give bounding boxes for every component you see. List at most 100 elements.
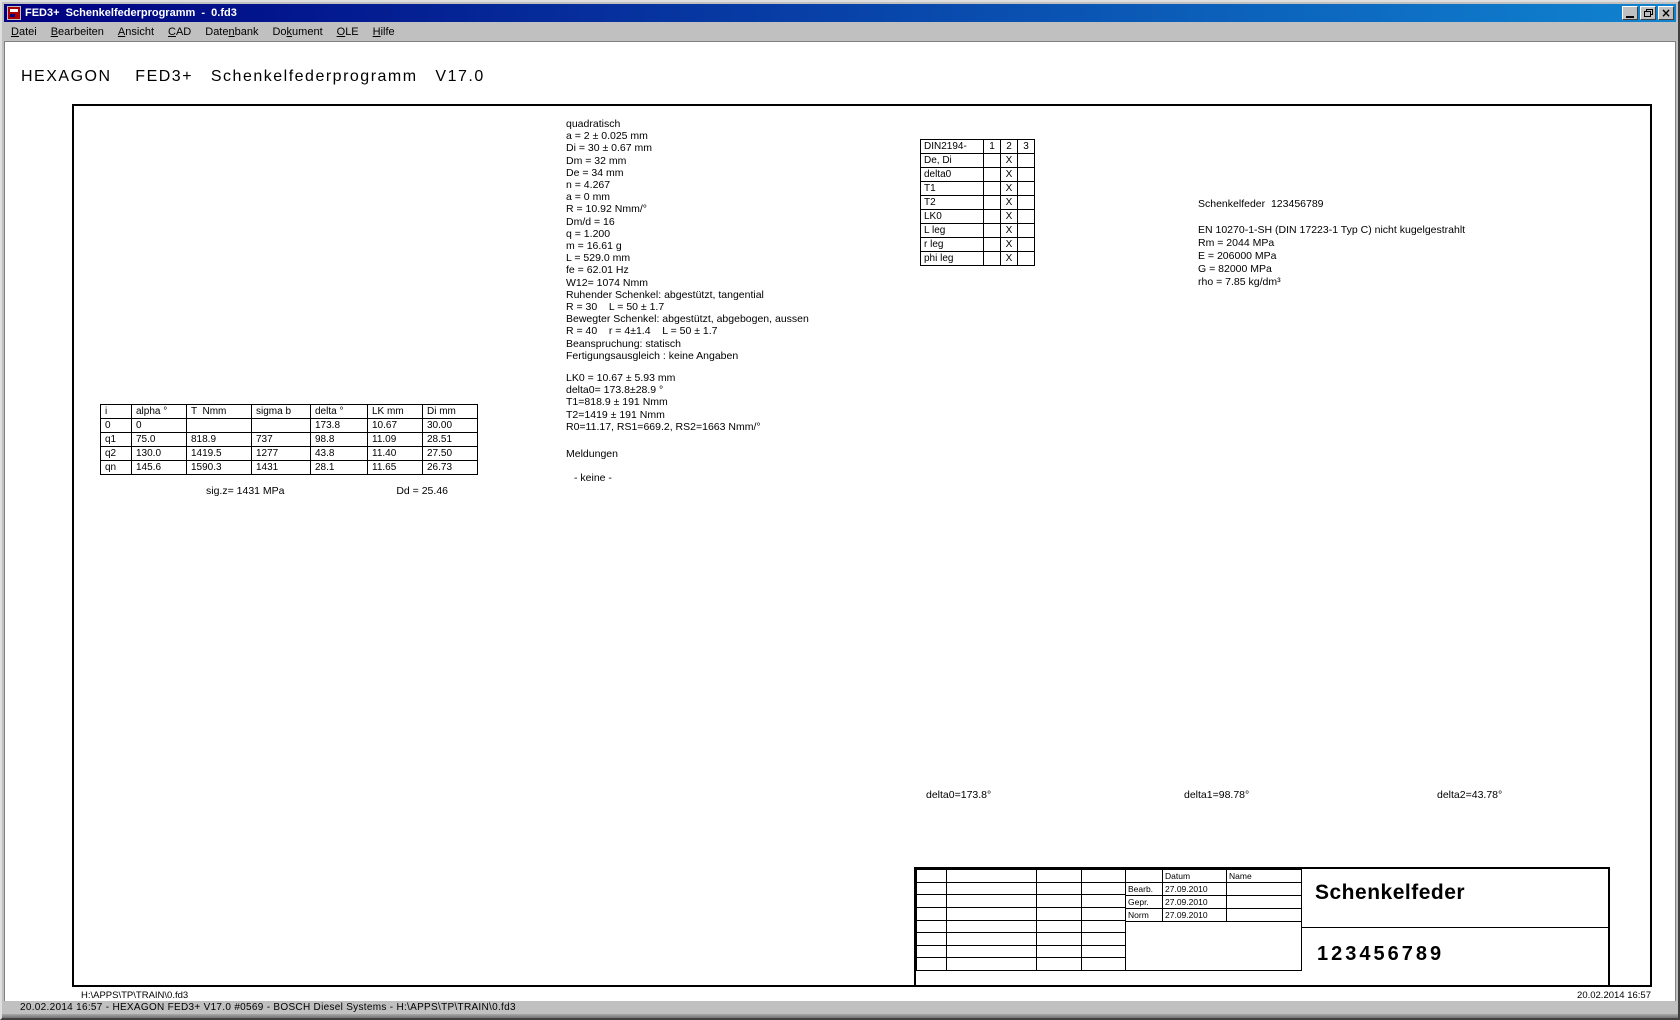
table-header-cell: Di mm bbox=[423, 405, 478, 419]
revision-log bbox=[916, 869, 1126, 971]
revision-cell bbox=[1082, 907, 1126, 920]
revision-log-grid bbox=[916, 869, 1126, 971]
revision-cell bbox=[947, 907, 1037, 920]
table-row: q175.0818.973798.811.0928.51 bbox=[101, 433, 478, 447]
revision-cell bbox=[1082, 958, 1126, 971]
revision-cell bbox=[1082, 870, 1126, 883]
revision-cell bbox=[1037, 895, 1082, 908]
din-mark-cell: X bbox=[1001, 238, 1018, 252]
table-cell: 1419.5 bbox=[187, 447, 252, 461]
din-header-cell: 2 bbox=[1001, 140, 1018, 154]
din-mark-cell: X bbox=[1001, 210, 1018, 224]
title-block-bottom-row bbox=[916, 970, 1301, 985]
table-cell: q2 bbox=[101, 447, 132, 461]
text-line: quadratisch bbox=[566, 118, 986, 130]
din-mark-cell bbox=[984, 238, 1001, 252]
text-line: Bewegter Schenkel: abgestützt, abgebogen… bbox=[566, 313, 986, 325]
titlebar[interactable]: FED3+ Schenkelfederprogramm - 0.fd3 × bbox=[4, 4, 1676, 22]
minimize-button[interactable] bbox=[1622, 6, 1638, 20]
text-line: Rm = 2044 MPa bbox=[1198, 237, 1638, 250]
table-cell: 11.65 bbox=[368, 461, 423, 475]
menu-dokument[interactable]: Dokument bbox=[265, 24, 329, 40]
revision-cell bbox=[917, 958, 947, 971]
din-row-label: LK0 bbox=[921, 210, 984, 224]
signature-section: DatumNameBearb.27.09.2010Gepr.27.09.2010… bbox=[1125, 869, 1302, 971]
table-cell: 1590.3 bbox=[187, 461, 252, 475]
minimize-icon bbox=[1626, 16, 1634, 18]
drawing-canvas: HEXAGON FED3+ Schenkelfederprogramm V17.… bbox=[4, 41, 1676, 1002]
delta1-label: delta1=98.78° bbox=[1184, 789, 1249, 801]
revision-cell bbox=[917, 933, 947, 946]
text-line: Schenkelfeder 123456789 bbox=[1198, 198, 1638, 211]
restore-icon bbox=[1644, 9, 1653, 17]
menu-datei[interactable]: Datei bbox=[4, 24, 44, 40]
din-mark-cell bbox=[984, 196, 1001, 210]
close-button[interactable]: × bbox=[1658, 6, 1674, 20]
part-number: 123456789 bbox=[1317, 943, 1444, 966]
table-row: 00173.810.6730.00 bbox=[101, 419, 478, 433]
menubar: DateiBearbeitenAnsichtCADDatenbankDokume… bbox=[4, 22, 1676, 41]
close-icon: × bbox=[1661, 8, 1671, 18]
sign-cell: Gepr. bbox=[1126, 896, 1163, 909]
delta0-label: delta0=173.8° bbox=[926, 789, 991, 801]
din-row-label: De, Di bbox=[921, 154, 984, 168]
table-cell: 11.09 bbox=[368, 433, 423, 447]
revision-cell bbox=[917, 907, 947, 920]
sign-header-cell: Name bbox=[1227, 870, 1302, 883]
delta2-label: delta2=43.78° bbox=[1437, 789, 1502, 801]
spring-view-delta2 bbox=[1364, 578, 1650, 778]
drawing-title: Schenkelfeder bbox=[1315, 881, 1465, 905]
title-block-divider bbox=[1301, 927, 1610, 928]
messages-title: Meldungen bbox=[566, 448, 618, 460]
din-mark-cell bbox=[984, 182, 1001, 196]
text-line: G = 82000 MPa bbox=[1198, 263, 1638, 276]
din-mark-cell bbox=[1018, 168, 1035, 182]
revision-cell bbox=[947, 895, 1037, 908]
sign-cell: Norm bbox=[1126, 909, 1163, 922]
revision-cell bbox=[1082, 882, 1126, 895]
table-cell: q1 bbox=[101, 433, 132, 447]
table-header-cell: alpha ° bbox=[132, 405, 187, 419]
revision-cell bbox=[1037, 945, 1082, 958]
messages-body: - keine - bbox=[574, 472, 612, 484]
menu-cad[interactable]: CAD bbox=[161, 24, 198, 40]
table-cell: 75.0 bbox=[132, 433, 187, 447]
menu-ole[interactable]: OLE bbox=[330, 24, 366, 40]
table-cell: 0 bbox=[132, 419, 187, 433]
menu-ansicht[interactable]: Ansicht bbox=[111, 24, 161, 40]
revision-cell bbox=[917, 870, 947, 883]
din-mark-cell bbox=[1018, 252, 1035, 266]
revision-cell bbox=[1082, 945, 1126, 958]
revision-cell bbox=[1082, 920, 1126, 933]
revision-cell bbox=[947, 933, 1037, 946]
text-line: delta0= 173.8±28.9 ° bbox=[566, 384, 986, 396]
drawing-frame: quadratischa = 2 ± 0.025 mmDi = 30 ± 0.6… bbox=[72, 104, 1652, 987]
table-cell: 26.73 bbox=[423, 461, 478, 475]
app-window: FED3+ Schenkelfederprogramm - 0.fd3 × Da… bbox=[0, 0, 1680, 1020]
din-mark-cell: X bbox=[1001, 196, 1018, 210]
sigma-z-value: sig.z= 1431 MPa bbox=[206, 485, 285, 497]
drawing-timestamp: 20.02.2014 16:57 bbox=[1577, 990, 1651, 1001]
menu-bearbeiten[interactable]: Bearbeiten bbox=[44, 24, 111, 40]
table-footer: sig.z= 1431 MPa Dd = 25.46 bbox=[100, 485, 448, 497]
din-tolerance-table: DIN2194-123De, DiXdelta0XT1XT2XLK0XL leg… bbox=[920, 139, 1035, 266]
calculation-results: LK0 = 10.67 ± 5.93 mmdelta0= 173.8±28.9 … bbox=[566, 372, 986, 433]
din-mark-cell bbox=[984, 168, 1001, 182]
din-mark-cell: X bbox=[1001, 182, 1018, 196]
menu-datenbank[interactable]: Datenbank bbox=[198, 24, 265, 40]
din-header-cell: DIN2194- bbox=[921, 140, 984, 154]
menu-hilfe[interactable]: Hilfe bbox=[366, 24, 402, 40]
statusbar-text: 20.02.2014 16:57 - HEXAGON FED3+ V17.0 #… bbox=[20, 1002, 516, 1013]
window-bottom-edge bbox=[2, 1014, 1678, 1020]
table-cell: 0 bbox=[101, 419, 132, 433]
din-mark-cell bbox=[1018, 182, 1035, 196]
table-header-cell: LK mm bbox=[368, 405, 423, 419]
spring-drawing-main bbox=[92, 185, 492, 355]
revision-cell bbox=[917, 945, 947, 958]
dd-value: Dd = 25.46 bbox=[396, 485, 448, 497]
table-header-cell: i bbox=[101, 405, 132, 419]
restore-button[interactable] bbox=[1640, 6, 1656, 20]
revision-cell bbox=[1082, 933, 1126, 946]
text-line: T2=1419 ± 191 Nmm bbox=[566, 409, 986, 421]
table-header-cell: T Nmm bbox=[187, 405, 252, 419]
